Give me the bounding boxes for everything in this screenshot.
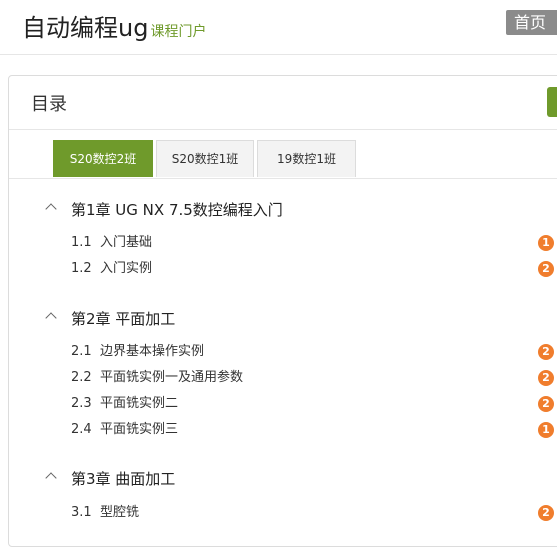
lesson-number: 2.3	[71, 396, 92, 411]
lesson-number: 1.2	[71, 261, 92, 276]
panel-title: 目录	[31, 94, 67, 115]
lesson-item[interactable]: 1.1 入门基础 1	[9, 233, 557, 253]
panel-header: 目录	[9, 76, 557, 130]
class-tabs: S20数控2班 S20数控1班 19数控1班	[9, 129, 557, 179]
lesson-title[interactable]: 边界基本操作实例	[100, 342, 204, 362]
lesson-title[interactable]: 入门基础	[100, 233, 152, 253]
task-count-badge: 2	[538, 505, 554, 521]
chapter-title[interactable]: 第3章 曲面加工	[71, 467, 175, 491]
catalog-panel: 目录 S20数控2班 S20数控1班 19数控1班 第1章 UG NX 7.5数…	[8, 75, 557, 547]
lesson-item[interactable]: 1.2 入门实例 2	[9, 259, 557, 279]
site-title[interactable]: 自动编程ug 课程门户	[22, 8, 206, 43]
lesson-item[interactable]: 2.1 边界基本操作实例 2	[9, 342, 557, 362]
tab-s20-cnc-1[interactable]: S20数控1班	[156, 140, 254, 177]
lesson-title[interactable]: 型腔铣	[100, 503, 139, 523]
site-title-text[interactable]: 自动编程ug	[22, 14, 148, 42]
task-count-badge: 2	[538, 370, 554, 386]
lesson-item[interactable]: 2.3 平面铣实例二 2	[9, 394, 557, 414]
lesson-item[interactable]: 2.2 平面铣实例一及通用参数 2	[9, 368, 557, 388]
task-count-badge: 2	[538, 396, 554, 412]
header: 自动编程ug 课程门户 首页	[0, 0, 557, 55]
lesson-number: 1.1	[71, 235, 92, 250]
lesson-number: 2.4	[71, 422, 92, 437]
task-count-badge: 2	[538, 344, 554, 360]
lesson-item[interactable]: 3.1 型腔铣 2	[9, 503, 557, 523]
home-button[interactable]: 首页	[506, 10, 557, 35]
lesson-title[interactable]: 入门实例	[100, 259, 152, 279]
tab-s20-cnc-2[interactable]: S20数控2班	[53, 140, 153, 177]
chapter-title[interactable]: 第1章 UG NX 7.5数控编程入门	[71, 198, 283, 222]
tab-19-cnc-1[interactable]: 19数控1班	[257, 140, 356, 177]
lesson-item[interactable]: 2.4 平面铣实例三 1	[9, 420, 557, 440]
site-subtitle[interactable]: 课程门户	[150, 24, 206, 40]
lesson-number: 2.1	[71, 344, 92, 359]
lesson-title[interactable]: 平面铣实例一及通用参数	[100, 368, 243, 388]
task-count-badge: 2	[538, 261, 554, 277]
chevron-up-icon[interactable]	[45, 312, 57, 324]
lesson-title[interactable]: 平面铣实例三	[100, 420, 178, 440]
chapter-title[interactable]: 第2章 平面加工	[71, 307, 175, 331]
chevron-up-icon[interactable]	[45, 472, 57, 484]
panel-action-button[interactable]	[547, 87, 557, 117]
task-count-badge: 1	[538, 235, 554, 251]
lesson-title[interactable]: 平面铣实例二	[100, 394, 178, 414]
chevron-up-icon[interactable]	[45, 203, 57, 215]
lesson-number: 3.1	[71, 505, 92, 520]
lesson-number: 2.2	[71, 370, 92, 385]
task-count-badge: 1	[538, 422, 554, 438]
